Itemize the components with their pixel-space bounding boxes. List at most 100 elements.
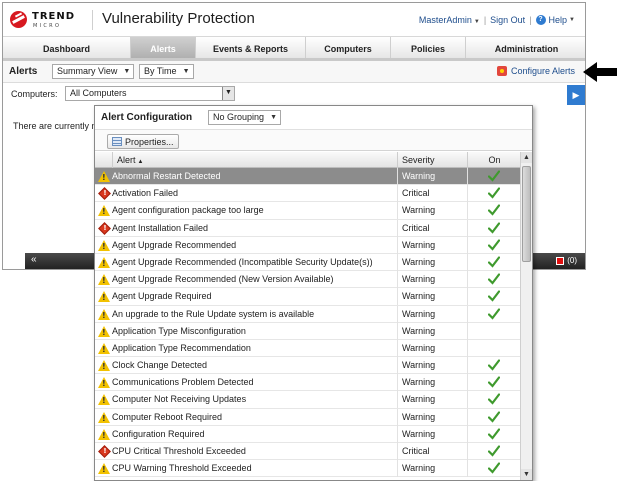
warning-icon — [98, 239, 110, 251]
alert-on-cell[interactable] — [467, 236, 521, 254]
alert-on-cell[interactable] — [467, 339, 521, 357]
grid-header: Alert ▲ Severity On — [95, 152, 521, 168]
checkmark-icon — [488, 221, 500, 234]
column-header-on[interactable]: On — [467, 152, 521, 168]
scrollbar-thumb[interactable] — [522, 166, 531, 262]
properties-label: Properties... — [125, 136, 174, 147]
tab-administration[interactable]: Administration — [466, 37, 585, 58]
table-row[interactable]: CPU Warning Threshold Exceeded Warning — [95, 460, 521, 478]
scroll-down-icon[interactable]: ▼ — [521, 469, 532, 480]
alert-name: Activation Failed — [112, 188, 179, 199]
time-select-value: By Time — [144, 66, 177, 76]
checkmark-icon — [488, 393, 500, 406]
tab-events-reports[interactable]: Events & Reports — [196, 37, 306, 58]
table-row[interactable]: Application Type Recommendation Warning — [95, 339, 521, 358]
alert-name: Clock Change Detected — [112, 360, 208, 371]
sign-out-link[interactable]: Sign Out — [490, 15, 525, 25]
time-select[interactable]: By Time ▼ — [139, 64, 194, 79]
alert-severity: Warning — [397, 460, 467, 478]
table-row[interactable]: Application Type Misconfiguration Warning — [95, 322, 521, 340]
alert-on-cell[interactable] — [467, 408, 521, 426]
table-row[interactable]: An upgrade to the Rule Update system is … — [95, 305, 521, 323]
sort-ascending-icon: ▲ — [137, 159, 144, 165]
alert-on-cell[interactable] — [467, 168, 521, 185]
alert-severity: Critical — [397, 443, 467, 460]
table-row[interactable]: Clock Change Detected Warning — [95, 357, 521, 375]
alert-list: Abnormal Restart DetectedWarningActivati… — [95, 168, 521, 478]
critical-icon — [98, 445, 111, 458]
alert-on-cell[interactable] — [467, 271, 521, 289]
checkmark-icon — [488, 376, 500, 388]
alert-severity: Warning — [397, 357, 467, 375]
alert-on-cell[interactable] — [467, 391, 521, 409]
view-select[interactable]: Summary View ▼ — [52, 64, 135, 79]
header-user-menu: MasterAdmin ▼ | Sign Out | ? Help ▼ — [419, 15, 575, 25]
computers-select[interactable]: All Computers ▼ — [65, 86, 235, 101]
alert-on-cell[interactable] — [467, 460, 521, 478]
configure-alerts-icon — [496, 66, 507, 76]
table-row[interactable]: Agent Upgrade Recommended (New Version A… — [95, 271, 521, 289]
callout-arrow-icon — [583, 62, 617, 82]
collapse-button[interactable]: « — [31, 254, 37, 265]
table-row[interactable]: Agent Upgrade Recommended Warning — [95, 236, 521, 254]
grouping-select-value: No Grouping — [213, 112, 265, 122]
alert-on-cell[interactable] — [467, 202, 521, 220]
table-row[interactable]: Configuration Required Warning — [95, 425, 521, 443]
view-select-value: Summary View — [57, 66, 118, 76]
alert-on-cell[interactable] — [467, 374, 521, 392]
table-row[interactable]: CPU Critical Threshold Exceeded Critical — [95, 443, 521, 461]
alert-on-cell[interactable] — [467, 305, 521, 323]
table-row[interactable]: Computer Reboot Required Warning — [95, 408, 521, 426]
alert-severity: Warning — [397, 408, 467, 426]
alert-name: Agent Upgrade Recommended (Incompatible … — [112, 256, 373, 267]
tab-alerts[interactable]: Alerts — [131, 37, 196, 58]
column-header-alert[interactable]: Alert ▲ — [112, 152, 397, 168]
alert-on-cell[interactable] — [467, 357, 521, 375]
table-row[interactable]: Activation Failed Critical — [95, 185, 521, 203]
grouping-select[interactable]: No Grouping ▼ — [208, 110, 282, 125]
alert-on-cell[interactable] — [467, 322, 521, 340]
alert-severity: Warning — [397, 425, 467, 443]
scroll-up-icon[interactable]: ▲ — [521, 152, 532, 163]
warning-icon — [98, 463, 110, 475]
warning-icon — [98, 308, 110, 320]
alert-on-cell[interactable] — [467, 219, 521, 237]
table-row[interactable]: Agent configuration package too large War… — [95, 202, 521, 220]
warning-icon — [98, 394, 110, 406]
table-row[interactable]: Computer Not Receiving Updates Warning — [95, 391, 521, 409]
warning-icon — [98, 325, 110, 337]
help-menu[interactable]: ? Help ▼ — [535, 15, 575, 25]
table-row[interactable]: Agent Upgrade Recommended (Incompatible … — [95, 253, 521, 272]
column-header-severity[interactable]: Severity — [397, 152, 467, 168]
alert-on-cell[interactable] — [467, 185, 521, 203]
tab-policies[interactable]: Policies — [391, 37, 466, 58]
checkmark-icon — [488, 273, 500, 285]
table-row[interactable]: Communications Problem Detected Warning — [95, 374, 521, 392]
table-row[interactable]: Abnormal Restart Detected Warning — [95, 168, 521, 186]
trend-micro-logo: TREND MICRO — [10, 8, 90, 32]
configure-alerts-link[interactable]: Configure Alerts — [496, 66, 575, 76]
table-row[interactable]: Agent Upgrade Required Warning — [95, 288, 521, 306]
alert-on-cell[interactable] — [467, 425, 521, 443]
alert-on-cell[interactable] — [467, 253, 521, 271]
alert-severity: Critical — [397, 219, 467, 237]
expand-panel-button[interactable]: ▶ — [567, 85, 585, 105]
alert-on-cell[interactable] — [467, 288, 521, 306]
properties-button[interactable]: Properties... — [107, 134, 179, 149]
tab-dashboard[interactable]: Dashboard — [3, 37, 131, 58]
table-row[interactable]: Agent Installation Failed Critical — [95, 219, 521, 237]
tab-computers[interactable]: Computers — [306, 37, 391, 58]
alerts-toolbar: Alerts Summary View ▼ By Time ▼ Configur… — [3, 61, 585, 83]
alert-severity: Warning — [397, 391, 467, 409]
checkmark-icon — [488, 256, 500, 268]
header-icon-column — [95, 152, 112, 168]
alert-name: Computer Not Receiving Updates — [112, 394, 247, 405]
main-nav: Dashboard Alerts Events & Reports Comput… — [3, 37, 585, 61]
grid-scrollbar[interactable]: ▲ ▼ — [520, 152, 532, 480]
alert-name: CPU Critical Threshold Exceeded — [112, 446, 246, 456]
critical-icon — [98, 221, 111, 235]
user-menu[interactable]: MasterAdmin ▼ — [419, 15, 480, 25]
alert-on-cell[interactable] — [467, 443, 521, 460]
separator: | — [529, 15, 532, 25]
warning-icon — [98, 411, 110, 423]
